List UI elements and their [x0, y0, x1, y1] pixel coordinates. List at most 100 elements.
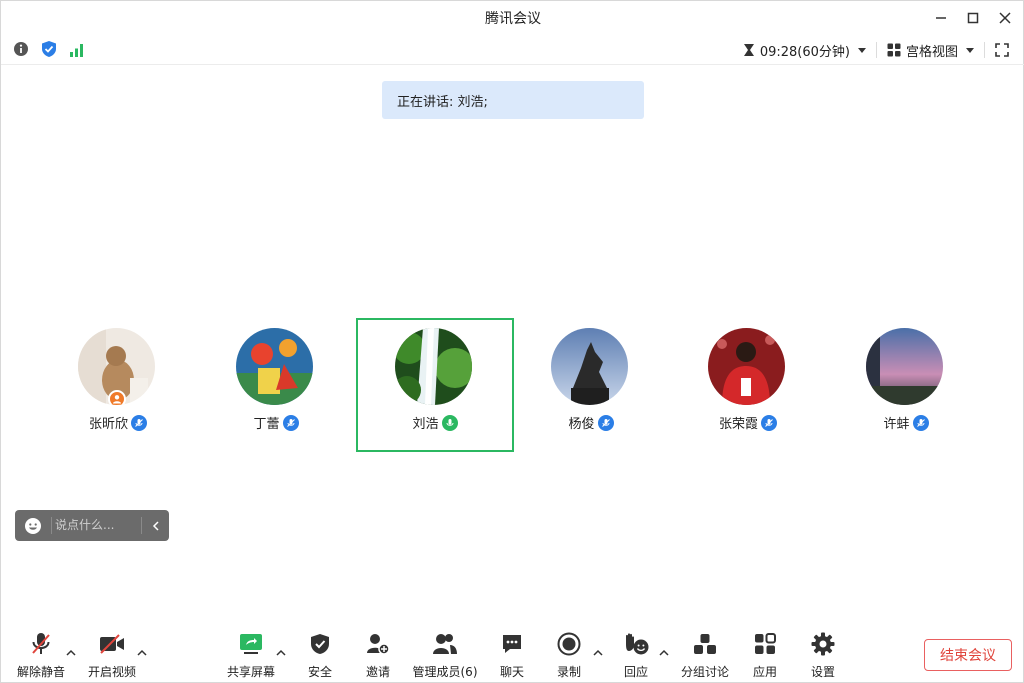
- participant-tile[interactable]: 张昕欣: [39, 318, 197, 452]
- participant-name: 许蚌: [883, 417, 910, 432]
- record-icon: [557, 632, 581, 656]
- breakout-rooms-label: 分组讨论: [680, 665, 729, 679]
- members-icon: [433, 634, 457, 654]
- security-status-button[interactable]: [41, 40, 57, 62]
- participant-tile[interactable]: 许蚌: [827, 318, 985, 452]
- participant-tile[interactable]: 杨俊: [512, 318, 670, 452]
- participant-name: 丁蕾: [253, 417, 280, 432]
- share-screen-icon: [240, 634, 262, 654]
- participant-grid: 张昕欣 丁蕾 刘浩 杨俊 张荣霞 许蚌: [1, 318, 1024, 452]
- record-button[interactable]: 录制: [549, 626, 589, 680]
- security-label: 安全: [307, 665, 332, 679]
- maximize-button[interactable]: [961, 7, 985, 29]
- unmute-label: 解除静音: [16, 665, 65, 679]
- participant-name-row: 杨俊: [512, 413, 670, 432]
- participant-name-row: 张昕欣: [39, 413, 197, 432]
- participant-name: 杨俊: [568, 417, 595, 432]
- start-video-label: 开启视频: [87, 665, 136, 679]
- avatar: [866, 328, 943, 405]
- settings-label: 设置: [810, 665, 835, 679]
- reactions-label: 回应: [623, 665, 648, 679]
- smiley-icon: [25, 517, 41, 534]
- info-bar: 09:28(60分钟) 宫格视图: [1, 35, 1024, 65]
- network-status-button[interactable]: [69, 42, 85, 61]
- reactions-options-button[interactable]: [657, 646, 671, 658]
- end-meeting-button[interactable]: 结束会议: [924, 639, 1012, 671]
- speaking-text: 正在讲话: 刘浩;: [397, 94, 488, 110]
- apps-button[interactable]: 应用: [745, 626, 785, 680]
- divider: [984, 42, 985, 58]
- speaking-banner: 正在讲话: 刘浩;: [382, 81, 644, 119]
- minimize-icon: [936, 17, 946, 19]
- apps-grid-icon: [755, 633, 776, 654]
- mic-muted-icon: [32, 633, 50, 654]
- chevron-up-icon: [276, 649, 286, 656]
- add-user-icon: [367, 634, 390, 655]
- manage-members-button[interactable]: 管理成员(6): [411, 626, 479, 680]
- audio-options-button[interactable]: [64, 646, 78, 658]
- avatar: [708, 328, 785, 405]
- share-options-button[interactable]: [274, 646, 288, 658]
- shield-icon: [311, 634, 329, 654]
- participant-name: 张荣霞: [718, 417, 758, 432]
- record-options-button[interactable]: [591, 646, 605, 658]
- meeting-info-button[interactable]: [13, 41, 29, 61]
- start-video-button[interactable]: 开启视频: [86, 626, 138, 680]
- chat-input[interactable]: 说点什么...: [51, 517, 141, 534]
- signal-bars-icon: [70, 43, 83, 57]
- chevron-up-icon: [659, 649, 669, 656]
- manage-members-label: 管理成员(6): [412, 665, 478, 679]
- chat-bubble-icon: [503, 635, 521, 653]
- hand-smile-icon: [626, 633, 649, 655]
- mic-icon: [282, 414, 299, 431]
- participant-name: 刘浩: [412, 417, 439, 432]
- gear-icon: [811, 632, 835, 656]
- share-screen-label: 共享屏幕: [226, 665, 275, 679]
- close-button[interactable]: [993, 7, 1017, 29]
- participant-tile-active-speaker[interactable]: 刘浩: [356, 318, 514, 452]
- participant-name: 张昕欣: [88, 417, 128, 432]
- avatar: [236, 328, 313, 405]
- divider: [875, 42, 877, 58]
- chevron-up-icon: [593, 649, 603, 656]
- meeting-timer[interactable]: 09:28(60分钟): [737, 38, 872, 62]
- participant-name-row: 刘浩: [358, 413, 512, 432]
- emoji-button[interactable]: [15, 510, 51, 541]
- hourglass-icon: [743, 44, 754, 56]
- apps-label: 应用: [752, 665, 777, 679]
- chevron-down-icon: [966, 47, 974, 53]
- reactions-button[interactable]: 回应: [616, 626, 656, 680]
- collapse-chat-button[interactable]: [141, 517, 169, 534]
- window-title: 腾讯会议: [485, 11, 541, 27]
- breakout-rooms-icon: [694, 634, 716, 654]
- info-icon: [14, 42, 28, 56]
- video-options-button[interactable]: [135, 646, 149, 658]
- breakout-rooms-button[interactable]: 分组讨论: [679, 626, 731, 680]
- shield-check-icon: [42, 41, 56, 57]
- title-bar: 腾讯会议: [1, 1, 1024, 35]
- host-icon: [108, 390, 126, 405]
- mic-icon: [131, 414, 147, 431]
- mic-icon: [912, 414, 929, 431]
- participant-name-row: 丁蕾: [197, 413, 355, 432]
- mic-icon: [597, 414, 614, 431]
- invite-button[interactable]: 邀请: [358, 626, 398, 680]
- invite-label: 邀请: [365, 665, 390, 679]
- participant-tile[interactable]: 张荣霞: [669, 318, 827, 452]
- unmute-button[interactable]: 解除静音: [15, 626, 67, 680]
- share-screen-button[interactable]: 共享屏幕: [225, 626, 277, 680]
- quick-chat-box: 说点什么...: [15, 510, 169, 541]
- participant-tile[interactable]: 丁蕾: [197, 318, 355, 452]
- settings-button[interactable]: 设置: [803, 626, 843, 680]
- chevron-up-icon: [137, 649, 147, 656]
- chat-button[interactable]: 聊天: [492, 626, 532, 680]
- security-button[interactable]: 安全: [300, 626, 340, 680]
- record-label: 录制: [556, 665, 581, 679]
- meeting-status-icons: [13, 40, 85, 62]
- minimize-button[interactable]: [929, 7, 953, 29]
- avatar: [78, 328, 155, 405]
- mic-active-icon: [441, 414, 458, 431]
- fullscreen-button[interactable]: [989, 38, 1015, 62]
- view-mode-selector[interactable]: 宫格视图: [881, 38, 980, 62]
- chevron-up-icon: [66, 649, 76, 656]
